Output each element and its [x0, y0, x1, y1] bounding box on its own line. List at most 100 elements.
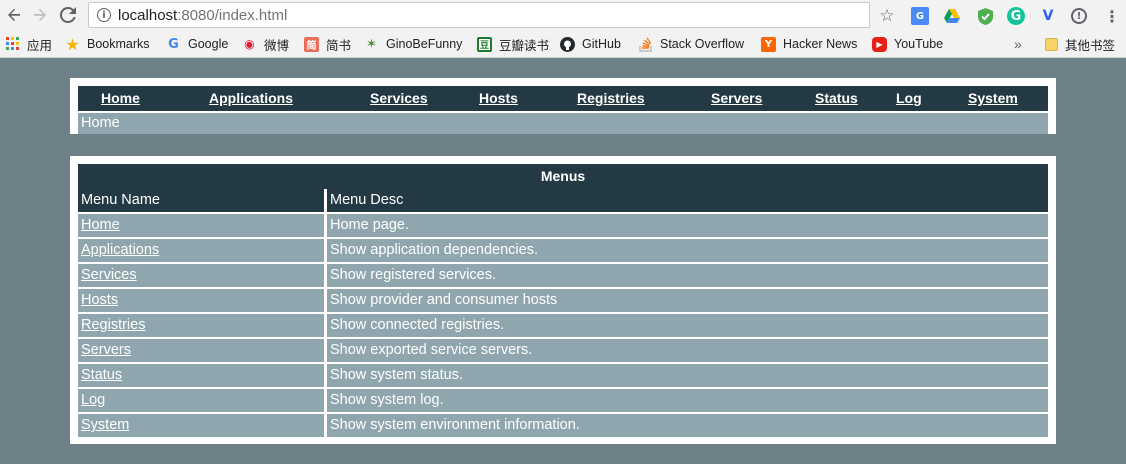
- bookmark-label: Bookmarks: [87, 37, 150, 51]
- nav-link-applications[interactable]: Applications: [209, 90, 293, 106]
- nav-link-services[interactable]: Services: [370, 90, 428, 106]
- reload-icon[interactable]: [57, 4, 79, 26]
- menu-desc-cell: Show system log.: [327, 389, 1048, 412]
- bookmark-google[interactable]: G Google: [166, 35, 228, 53]
- bookmark-label: GinoBeFunny: [386, 37, 463, 51]
- weibo-icon: ◉: [244, 37, 255, 51]
- bookmark-label: 豆瓣读书: [499, 38, 550, 53]
- back-arrow-icon[interactable]: [3, 4, 25, 26]
- menu-name-cell: Home: [78, 214, 324, 237]
- menu-link-registries[interactable]: Registries: [81, 317, 145, 333]
- bookmark-label: GitHub: [582, 37, 621, 51]
- bookmark-jianshu[interactable]: 简 简书: [304, 35, 351, 53]
- bookmark-label: Google: [188, 37, 229, 51]
- menu-desc-cell: Show connected registries.: [327, 314, 1048, 337]
- bookmark-label: 简书: [326, 38, 352, 53]
- menu-link-log[interactable]: Log: [81, 392, 105, 408]
- bookmark-bookmarks[interactable]: ★ Bookmarks: [65, 34, 150, 54]
- ginobefunny-icon: ✶: [366, 36, 377, 52]
- menu-name-cell: System: [78, 414, 324, 437]
- table-row: Applications Show application dependencie…: [78, 239, 1048, 264]
- youtube-icon: ▶: [872, 36, 887, 52]
- column-header-menu-name: Menu Name: [78, 189, 324, 212]
- menu-link-servers[interactable]: Servers: [81, 342, 131, 358]
- bookmark-apps[interactable]: 应用: [5, 35, 52, 53]
- menu-name-cell: Servers: [78, 339, 324, 362]
- bookmark-ginobefunny[interactable]: ✶ GinoBeFunny: [364, 35, 462, 53]
- google-icon: G: [168, 36, 179, 52]
- bookmarks-bar: 应用 ★ Bookmarks G Google ◉ 微博 简 简书 ✶ Gino…: [0, 31, 1126, 58]
- menu-desc-cell: Show exported service servers.: [327, 339, 1048, 362]
- menu-link-home[interactable]: Home: [81, 217, 120, 233]
- info-extension-icon[interactable]: !: [1071, 8, 1087, 24]
- menu-name-cell: Status: [78, 364, 324, 387]
- shield-extension-icon[interactable]: [976, 7, 994, 25]
- menu-name-cell: Hosts: [78, 289, 324, 312]
- table-row: Status Show system status.: [78, 364, 1048, 389]
- table-row: System Show system environment informatio…: [78, 414, 1048, 439]
- drive-extension-icon[interactable]: [943, 7, 961, 25]
- menu-name-cell: Applications: [78, 239, 324, 262]
- apps-grid-icon: [5, 37, 20, 52]
- nav-link-home[interactable]: Home: [101, 90, 140, 106]
- menus-table: Menus Menu Name Menu Desc Home Home page.…: [78, 164, 1048, 439]
- nav-link-system[interactable]: System: [968, 90, 1018, 106]
- browser-toolbar: i localhost:8080/index.html ☆ G G V ! ⋮: [0, 0, 1126, 31]
- nav-link-hosts[interactable]: Hosts: [479, 90, 518, 106]
- menu-link-hosts[interactable]: Hosts: [81, 292, 118, 308]
- menus-panel: Menus Menu Name Menu Desc Home Home page.…: [70, 156, 1056, 444]
- menu-desc-cell: Show system environment information.: [327, 414, 1048, 437]
- bookmark-label: Hacker News: [783, 37, 858, 51]
- jianshu-icon: 简: [304, 36, 319, 52]
- table-row: Log Show system log.: [78, 389, 1048, 414]
- grammarly-extension-icon[interactable]: G: [1007, 7, 1025, 25]
- stackoverflow-icon: [638, 37, 653, 52]
- forward-arrow-icon[interactable]: [29, 4, 51, 26]
- table-row: Hosts Show provider and consumer hosts: [78, 289, 1048, 314]
- kebab-menu-icon[interactable]: ⋮: [1103, 7, 1121, 26]
- top-nav: Home Applications Services Hosts Registr…: [78, 86, 1048, 111]
- table-header-row: Menu Name Menu Desc: [78, 189, 1048, 214]
- bookmark-douban[interactable]: 豆 豆瓣读书: [477, 35, 549, 53]
- translate-extension-icon[interactable]: G: [911, 7, 929, 25]
- bookmark-youtube[interactable]: ▶ YouTube: [872, 35, 943, 53]
- nav-link-servers[interactable]: Servers: [711, 90, 762, 106]
- menu-desc-cell: Show system status.: [327, 364, 1048, 387]
- nav-link-registries[interactable]: Registries: [577, 90, 645, 106]
- douban-icon: 豆: [477, 36, 492, 52]
- bookmark-github[interactable]: GitHub: [560, 35, 621, 53]
- bookmark-label: 应用: [27, 38, 53, 53]
- menu-link-status[interactable]: Status: [81, 367, 122, 383]
- bookmark-label: 其他书签: [1065, 38, 1116, 53]
- star-icon[interactable]: ☆: [878, 6, 896, 26]
- bookmark-weibo[interactable]: ◉ 微博: [242, 35, 289, 53]
- info-icon[interactable]: i: [97, 8, 111, 22]
- address-bar[interactable]: i localhost:8080/index.html: [88, 2, 870, 28]
- breadcrumb: Home: [78, 113, 1048, 134]
- menu-desc-cell: Show provider and consumer hosts: [327, 289, 1048, 312]
- nav-panel: Home Applications Services Hosts Registr…: [70, 78, 1056, 134]
- star-icon: ★: [65, 34, 80, 54]
- nav-link-status[interactable]: Status: [815, 90, 858, 106]
- nav-link-log[interactable]: Log: [896, 90, 922, 106]
- github-icon: [560, 36, 575, 52]
- folder-icon: [1045, 37, 1058, 51]
- table-row: Registries Show connected registries.: [78, 314, 1048, 339]
- bookmark-label: Stack Overflow: [660, 37, 745, 51]
- bookmarks-overflow-button[interactable]: »: [1014, 35, 1022, 53]
- url-host: localhost: [118, 6, 178, 24]
- bookmark-stackoverflow[interactable]: Stack Overflow: [638, 35, 744, 53]
- bookmark-label: 微博: [264, 38, 290, 53]
- menu-link-system[interactable]: System: [81, 417, 129, 433]
- other-bookmarks-folder[interactable]: 其他书签: [1045, 35, 1115, 53]
- vue-devtools-icon[interactable]: V: [1039, 7, 1057, 25]
- menu-link-applications[interactable]: Applications: [81, 242, 159, 258]
- bookmark-hackernews[interactable]: Y Hacker News: [761, 35, 857, 53]
- menu-name-cell: Log: [78, 389, 324, 412]
- bookmark-label: YouTube: [894, 37, 944, 51]
- menu-link-services[interactable]: Services: [81, 267, 137, 283]
- table-caption: Menus: [78, 164, 1048, 189]
- table-row: Services Show registered services.: [78, 264, 1048, 289]
- table-row: Home Home page.: [78, 214, 1048, 239]
- url-path: :8080/index.html: [177, 6, 288, 24]
